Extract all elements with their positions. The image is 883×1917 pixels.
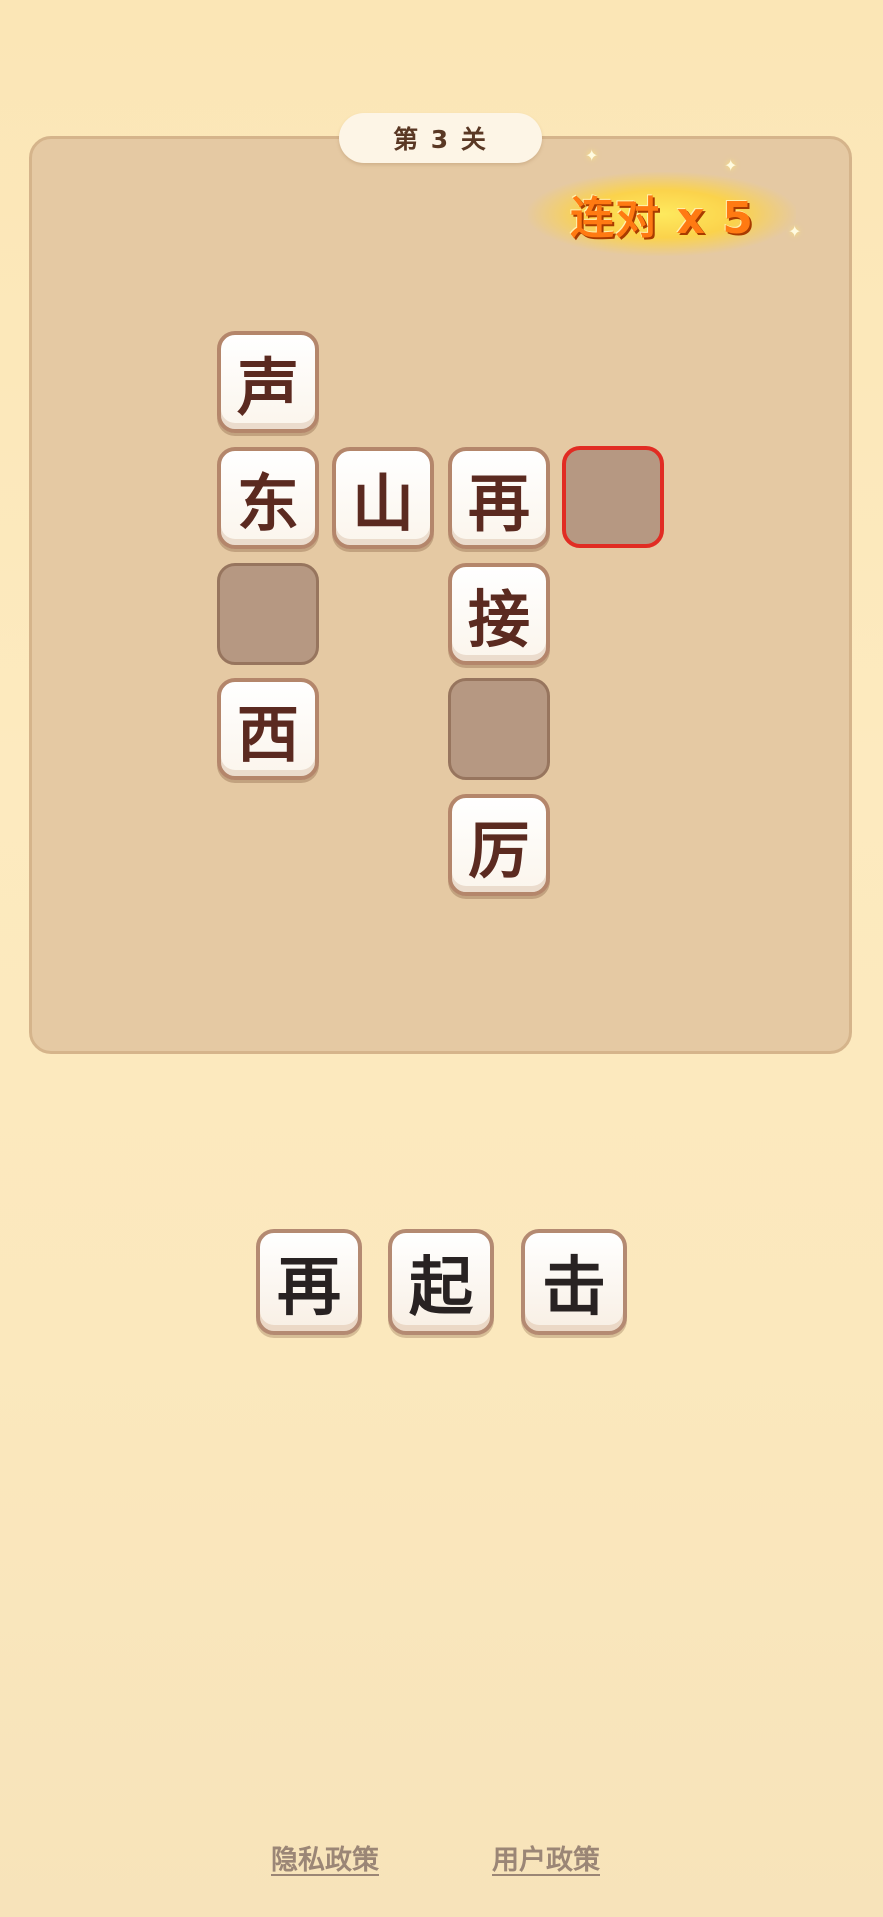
tile-char: 山 <box>351 467 414 540</box>
sparkle-icon: ✦ <box>585 146 599 165</box>
level-indicator: 第 3 关 <box>339 113 542 163</box>
tile-char: 厉 <box>467 814 530 887</box>
level-label: 第 3 关 <box>393 125 488 154</box>
empty-tile-selected[interactable] <box>562 446 664 548</box>
answer-option-2[interactable]: 起 <box>388 1229 494 1335</box>
answer-char: 击 <box>542 1251 606 1325</box>
tile-char: 接 <box>467 583 530 656</box>
tile-dong: 东 <box>217 447 319 549</box>
puzzle-board <box>29 136 852 1054</box>
tile-char: 声 <box>236 351 299 424</box>
tile-jie: 接 <box>448 563 550 665</box>
empty-tile[interactable] <box>217 563 319 665</box>
sparkle-icon: ✦ <box>724 156 738 175</box>
empty-tile[interactable] <box>448 678 550 780</box>
sparkle-icon: ✦ <box>788 222 802 241</box>
tile-char: 西 <box>236 698 299 771</box>
tile-char: 东 <box>236 467 299 540</box>
tile-sheng: 声 <box>217 331 319 433</box>
answer-char: 再 <box>277 1251 341 1325</box>
answer-char: 起 <box>409 1251 473 1325</box>
answer-option-1[interactable]: 再 <box>256 1229 362 1335</box>
tile-xi: 西 <box>217 678 319 780</box>
answer-option-3[interactable]: 击 <box>521 1229 627 1335</box>
combo-label: 连对 x 5 <box>570 193 754 244</box>
tile-shan: 山 <box>332 447 434 549</box>
combo-badge: 连对 x 5 <box>528 172 796 256</box>
user-policy-link[interactable]: 用户政策 <box>492 1838 600 1877</box>
tile-char: 再 <box>467 467 530 540</box>
privacy-policy-link[interactable]: 隐私政策 <box>271 1838 379 1877</box>
tile-li: 厉 <box>448 794 550 896</box>
tile-zai: 再 <box>448 447 550 549</box>
